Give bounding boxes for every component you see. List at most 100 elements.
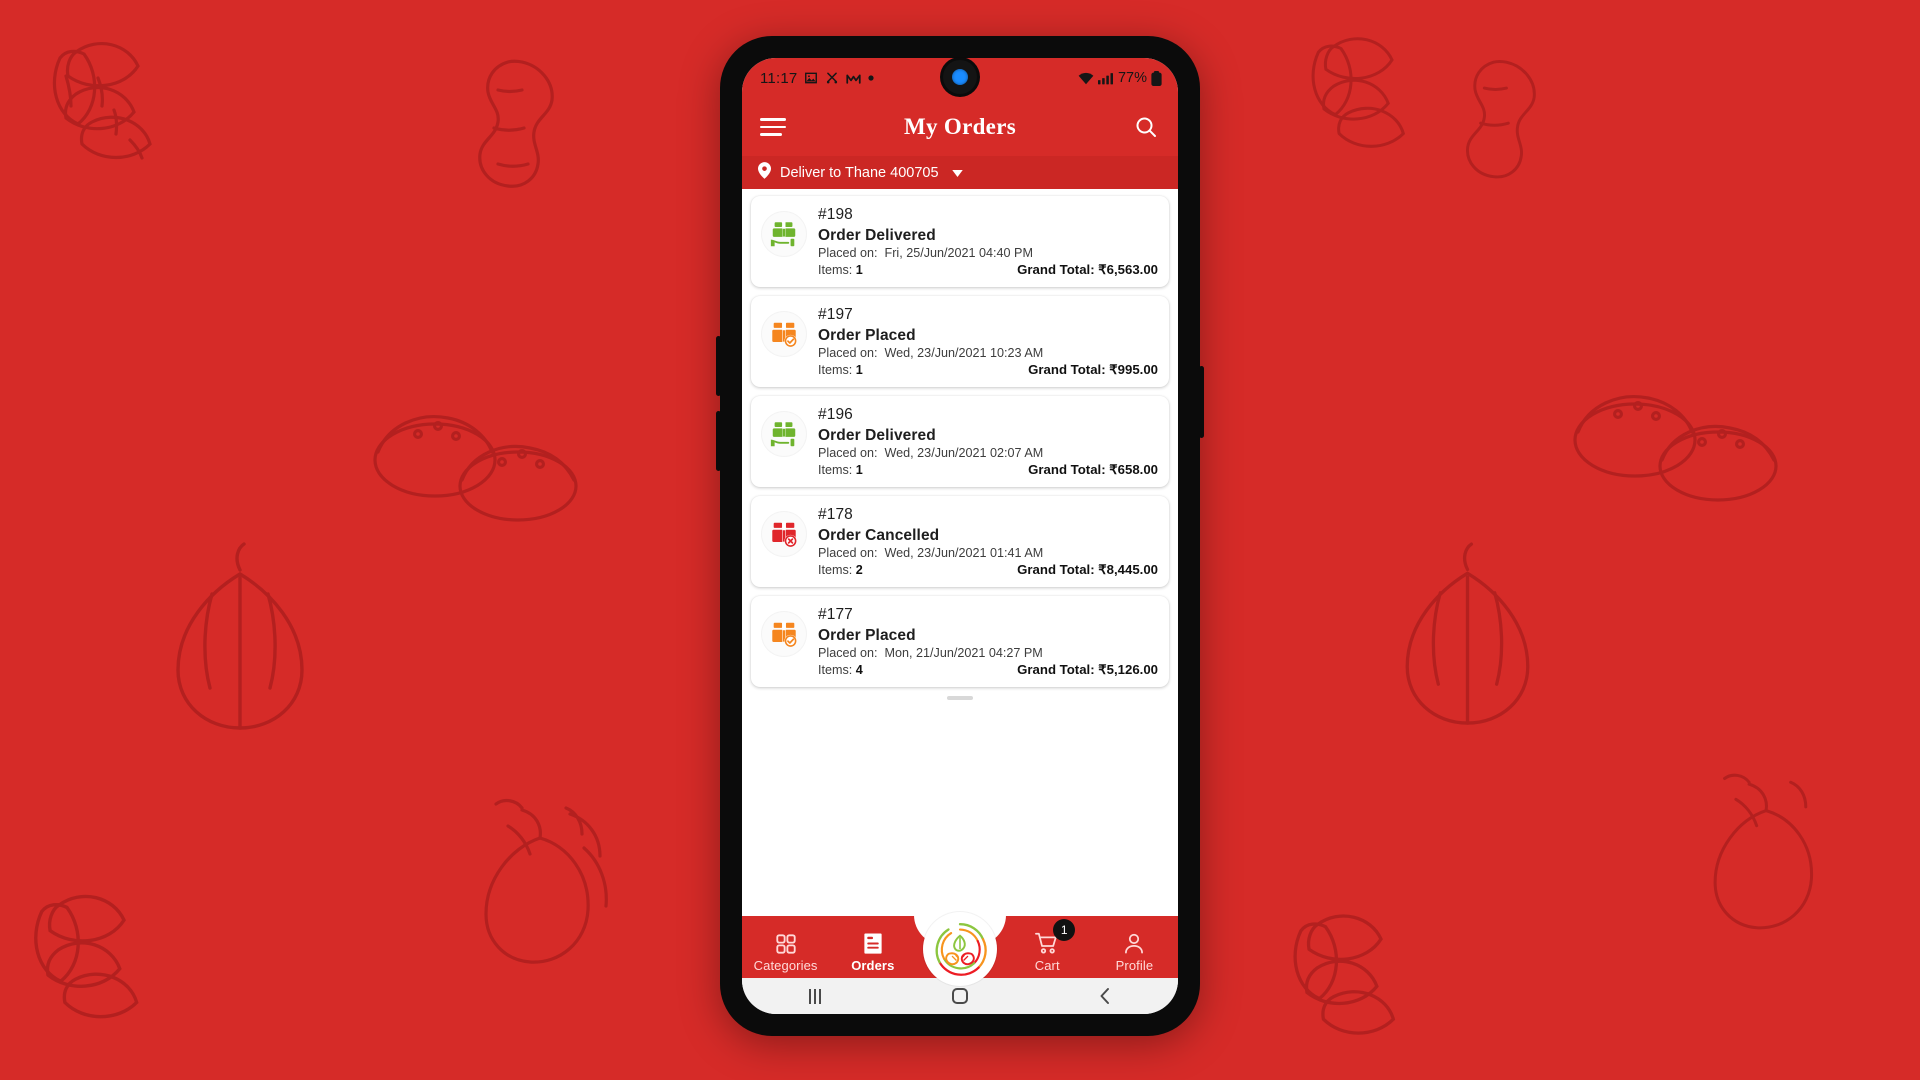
phone-screen: 11:17 77% My Orders Deliver to Thane 400… [742, 58, 1178, 1014]
order-details: #178 Order Cancelled Placed on: Wed, 23/… [818, 506, 1158, 578]
items-label: Items: [818, 263, 853, 277]
bg-motif-almonds-topright [1290, 24, 1460, 194]
items-count: 1 [855, 363, 863, 377]
order-items: Items: 4 [818, 663, 863, 677]
bg-motif-chilli-left [470, 790, 650, 980]
order-card[interactable]: #196 Order Delivered Placed on: Wed, 23/… [751, 396, 1169, 487]
order-items: Items: 1 [818, 263, 863, 277]
nav-label-profile: Profile [1115, 958, 1154, 973]
order-details: #197 Order Placed Placed on: Wed, 23/Jun… [818, 306, 1158, 378]
order-items: Items: 1 [818, 463, 863, 477]
orders-list[interactable]: #198 Order Delivered Placed on: Fri, 25/… [742, 189, 1178, 916]
grand-total-value: ₹8,445.00 [1098, 562, 1158, 577]
package-cancel-icon [761, 511, 807, 557]
order-status: Order Placed [818, 327, 916, 344]
placed-on-label: Placed on: [818, 446, 878, 460]
items-label: Items: [818, 663, 853, 677]
order-placed-line: Placed on: Fri, 25/Jun/2021 04:40 PM [818, 246, 1158, 260]
deliver-to-bar[interactable]: Deliver to Thane 400705 [742, 156, 1178, 189]
signal-icon [1097, 72, 1113, 85]
volume-down-button[interactable] [716, 411, 721, 471]
placed-on-label: Placed on: [818, 646, 878, 660]
recents-icon[interactable] [742, 988, 887, 1004]
nav-item-cart[interactable]: 1 Cart [1004, 919, 1091, 973]
scroll-indicator[interactable] [947, 696, 973, 700]
order-grand-total: Grand Total: ₹658.00 [1028, 462, 1158, 478]
order-card[interactable]: #197 Order Placed Placed on: Wed, 23/Jun… [751, 296, 1169, 387]
bg-motif-ginger [450, 50, 580, 210]
order-summary-line: Items: 1 Grand Total: ₹658.00 [818, 462, 1158, 478]
placed-on-value: Wed, 23/Jun/2021 01:41 AM [884, 546, 1044, 560]
nav-item-profile[interactable]: Profile [1091, 931, 1178, 973]
grand-total-label: Grand Total: [1017, 662, 1095, 677]
power-button[interactable] [1199, 366, 1204, 438]
order-status: Order Delivered [818, 427, 936, 444]
search-icon[interactable] [1132, 113, 1160, 141]
phone-mockup: 11:17 77% My Orders Deliver to Thane 400… [716, 36, 1204, 1036]
chevron-down-icon[interactable] [951, 165, 963, 181]
order-placed-line: Placed on: Wed, 23/Jun/2021 10:23 AM [818, 346, 1158, 360]
order-card[interactable]: #178 Order Cancelled Placed on: Wed, 23/… [751, 496, 1169, 587]
placed-on-value: Wed, 23/Jun/2021 02:07 AM [884, 446, 1044, 460]
bg-motif-spice-bowls-left [360, 390, 590, 540]
bg-motif-chilli-right [1700, 760, 1870, 950]
bg-motif-spice-bowls-right [1560, 370, 1790, 520]
package-in-hand-icon [761, 411, 807, 457]
person-icon [1123, 931, 1145, 955]
items-label: Items: [818, 563, 853, 577]
app-logo-spiral-leaf[interactable] [923, 912, 997, 986]
grand-total-value: ₹5,126.00 [1098, 662, 1158, 677]
grand-total-label: Grand Total: [1028, 362, 1106, 377]
placed-on-label: Placed on: [818, 546, 878, 560]
order-summary-line: Items: 1 Grand Total: ₹6,563.00 [818, 262, 1158, 278]
status-time: 11:17 [760, 69, 798, 87]
placed-on-label: Placed on: [818, 246, 878, 260]
items-count: 4 [855, 663, 863, 677]
location-pin-icon [758, 162, 771, 183]
bg-motif-ginger-right [1440, 50, 1560, 200]
image-icon [804, 71, 818, 85]
status-bar-right: 77% [1078, 70, 1162, 86]
bg-motif-garlic-left [150, 540, 330, 740]
order-status: Order Delivered [818, 227, 936, 244]
grand-total-value: ₹658.00 [1109, 462, 1158, 477]
volume-up-button[interactable] [716, 336, 721, 396]
grand-total-value: ₹995.00 [1109, 362, 1158, 377]
order-items: Items: 2 [818, 563, 863, 577]
placed-on-value: Mon, 21/Jun/2021 04:27 PM [884, 646, 1043, 660]
package-check-icon [761, 311, 807, 357]
battery-percent: 77% [1117, 70, 1147, 86]
bg-motif-almonds-topleft [30, 28, 210, 208]
back-icon[interactable] [1033, 987, 1178, 1005]
hamburger-menu-icon[interactable] [760, 118, 786, 136]
nav-label-cart: Cart [1034, 958, 1060, 973]
order-card[interactable]: #177 Order Placed Placed on: Mon, 21/Jun… [751, 596, 1169, 687]
order-grand-total: Grand Total: ₹5,126.00 [1017, 662, 1158, 678]
items-count: 1 [855, 263, 863, 277]
document-lines-icon [863, 931, 883, 955]
grand-total-label: Grand Total: [1028, 462, 1106, 477]
home-icon[interactable] [887, 988, 1032, 1004]
items-count: 2 [855, 563, 863, 577]
order-summary-line: Items: 1 Grand Total: ₹995.00 [818, 362, 1158, 378]
deliver-to-text: Deliver to Thane 400705 [780, 164, 939, 181]
nav-item-categories[interactable]: Categories [742, 931, 829, 973]
order-grand-total: Grand Total: ₹995.00 [1028, 362, 1158, 378]
order-items: Items: 1 [818, 363, 863, 377]
order-status: Order Cancelled [818, 527, 940, 544]
front-camera [943, 60, 977, 94]
order-grand-total: Grand Total: ₹6,563.00 [1017, 262, 1158, 278]
bg-motif-almonds-bottomleft [10, 880, 200, 1070]
order-id: #177 [818, 606, 853, 623]
dot-icon [868, 75, 875, 81]
order-placed-line: Placed on: Mon, 21/Jun/2021 04:27 PM [818, 646, 1158, 660]
nav-label-categories: Categories [753, 958, 818, 973]
bg-motif-garlic-right [1380, 540, 1555, 735]
battery-icon [1151, 70, 1162, 86]
nav-item-orders[interactable]: Orders [829, 931, 916, 973]
order-grand-total: Grand Total: ₹8,445.00 [1017, 562, 1158, 578]
order-card[interactable]: #198 Order Delivered Placed on: Fri, 25/… [751, 196, 1169, 287]
order-summary-line: Items: 2 Grand Total: ₹8,445.00 [818, 562, 1158, 578]
placed-on-label: Placed on: [818, 346, 878, 360]
page-title: My Orders [904, 114, 1016, 139]
